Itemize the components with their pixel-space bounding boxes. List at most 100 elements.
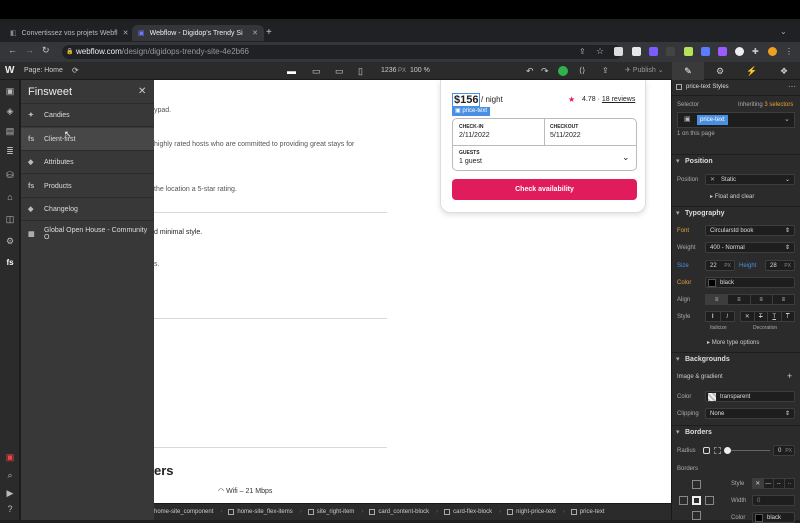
finsweet-item-attributes[interactable]: ◆ Attributes [21,151,154,174]
checkin-field[interactable]: 2/11/2022 [459,132,490,139]
breadcrumb-item-current[interactable]: price-text [570,509,605,515]
more-type-options-toggle[interactable]: ▸ More type options [707,339,759,346]
close-panel-icon[interactable]: ✕ [138,86,146,97]
drops-tab-icon[interactable]: ❖ [768,62,800,80]
url-field[interactable]: 🔒 webflow.com/design/digidops-trendy-sit… [62,45,622,59]
weight-select[interactable]: 400 - Normal ⇕ [705,242,795,253]
size-input[interactable]: 22 PX [705,260,735,271]
reviews-link[interactable]: 18 reviews [602,96,635,103]
breadcrumb-item[interactable]: site_right-item › [307,509,363,515]
border-dotted-icon[interactable]: ·· [785,479,795,488]
align-right-icon[interactable]: ≡ [751,295,773,304]
checkout-field[interactable]: 5/11/2022 [550,132,581,139]
border-right-icon[interactable] [705,496,714,505]
forward-arrow-icon[interactable]: → [25,45,34,55]
cms-icon[interactable]: ⛁ [4,170,16,181]
browser-menu-icon[interactable]: ⋮ [785,47,794,56]
page-selector[interactable]: Page: Home [24,62,63,80]
undo-icon[interactable]: ↶ [526,62,534,80]
share-link-icon[interactable]: ⇪ [602,62,609,80]
clipping-select[interactable]: None ⇕ [705,408,795,419]
italic-off-icon[interactable]: I [706,312,721,321]
publish-button[interactable]: ✈ Publish ⌄ [625,62,664,80]
breadcrumb-item[interactable]: card_content-block › [369,509,438,515]
extension-d-icon[interactable] [649,47,658,56]
border-dashed-icon[interactable]: -- [774,479,785,488]
finsweet-item-products[interactable]: fs Products [21,175,154,198]
close-tab-icon[interactable]: ✕ [123,29,129,37]
settings-tab-gear-icon[interactable]: ⚙ [704,62,736,80]
finsweet-item-client-first[interactable]: fs Client-first [21,128,154,151]
video-icon[interactable]: ▶ [4,488,16,499]
share-icon[interactable]: ⇪ [579,47,588,56]
border-left-icon[interactable] [679,496,688,505]
strikethrough-icon[interactable]: T [755,312,768,321]
border-width-input[interactable]: 0 [752,495,795,506]
browser-tab-2[interactable]: ▣ Webflow - Digidop's Trendy Si ✕ [132,25,264,41]
overline-icon[interactable]: T [782,312,795,321]
extension-fs-icon[interactable] [614,47,623,56]
finsweet-item-changelog[interactable]: ◆ Changelog [21,198,154,221]
selector-field[interactable] [677,112,795,128]
decoration-none-icon[interactable]: ✕ [741,312,755,321]
guests-select[interactable]: 1 guest [459,158,482,165]
browser-tab-1[interactable]: ◧ Convertissez vos projets Webfl ✕ [4,25,130,41]
breadcrumb-item[interactable]: home-site_flex-items › [228,509,302,515]
breadcrumb-item[interactable]: home-site_component › [154,509,222,515]
redo-icon[interactable]: ↷ [541,62,549,80]
line-height-input[interactable]: 28 PX [765,260,795,271]
underline-icon[interactable]: T [768,312,782,321]
style-panel-tab-brush-icon[interactable]: ✎ [672,62,704,80]
bg-color-field[interactable]: transparent [705,391,795,402]
navigator-icon[interactable]: ≣ [4,146,16,157]
text-color-field[interactable]: black [705,277,795,288]
more-options-icon[interactable]: ⋯ [788,82,796,91]
assets-icon[interactable]: ◫ [4,214,16,225]
new-tab-icon[interactable]: + [266,27,272,38]
desktop-breakpoint-icon[interactable]: ▬ [287,62,296,80]
border-solid-icon[interactable]: — [764,479,774,488]
chevron-down-icon[interactable]: ⌄ [622,152,630,163]
close-tab-icon[interactable]: ✕ [252,29,258,37]
radius-input[interactable]: 0 PX [773,445,795,456]
italic-on-icon[interactable]: I [721,312,735,321]
border-color-field[interactable]: black [752,512,795,523]
extension-green-icon[interactable] [684,47,693,56]
back-arrow-icon[interactable]: ← [8,45,17,55]
inheriting-count[interactable]: 3 selectors [764,102,793,108]
mobile-breakpoint-icon[interactable]: ▯ [358,62,363,80]
border-all-icon[interactable] [692,496,701,505]
interactions-tab-icon[interactable]: ⚡ [736,62,768,80]
add-panel-icon[interactable]: ▣ [4,86,16,97]
price-text[interactable]: $156 [452,93,481,107]
extension-purple-icon[interactable] [718,47,727,56]
landscape-breakpoint-icon[interactable]: ▭ [335,62,344,80]
symbols-icon[interactable]: ◈ [4,106,16,117]
page-settings-icon[interactable]: ⟳ [72,62,79,80]
align-center-icon[interactable]: ≡ [728,295,751,304]
selector-menu-chevron-icon[interactable]: ⌄ [784,115,790,123]
star-bookmark-icon[interactable]: ☆ [596,47,605,56]
tablet-breakpoint-icon[interactable]: ▭ [312,62,321,80]
help-icon[interactable]: ? [4,504,16,515]
radius-slider-track[interactable] [725,450,770,451]
border-top-icon[interactable] [692,480,701,489]
finsweet-app-icon[interactable]: fs [4,257,16,268]
finsweet-item-global-open-house[interactable]: ▦ Global Open House - Community O [21,222,154,245]
profile-avatar[interactable] [768,47,777,56]
position-select[interactable]: ✕ Static ⌄ [705,174,795,185]
add-background-plus-icon[interactable]: + [787,371,792,381]
extensions-puzzle-icon[interactable]: ✚ [752,47,761,56]
check-availability-button[interactable]: Check availability [452,179,637,200]
borders-section-header[interactable]: Borders [671,425,800,440]
ecommerce-icon[interactable]: ⌂ [4,192,16,203]
radius-individual-icon[interactable] [714,447,721,454]
selector-chip[interactable]: price-text [697,115,728,125]
radius-slider-handle[interactable] [724,447,731,454]
tab-list-chevron-icon[interactable]: ⌄ [780,27,787,36]
webflow-logo-icon[interactable]: W [5,62,14,80]
reload-icon[interactable]: ↻ [42,45,50,56]
border-bottom-icon[interactable] [692,511,701,520]
extension-grid-icon[interactable] [632,47,641,56]
font-select[interactable]: Circularstd book ⇕ [705,225,795,236]
